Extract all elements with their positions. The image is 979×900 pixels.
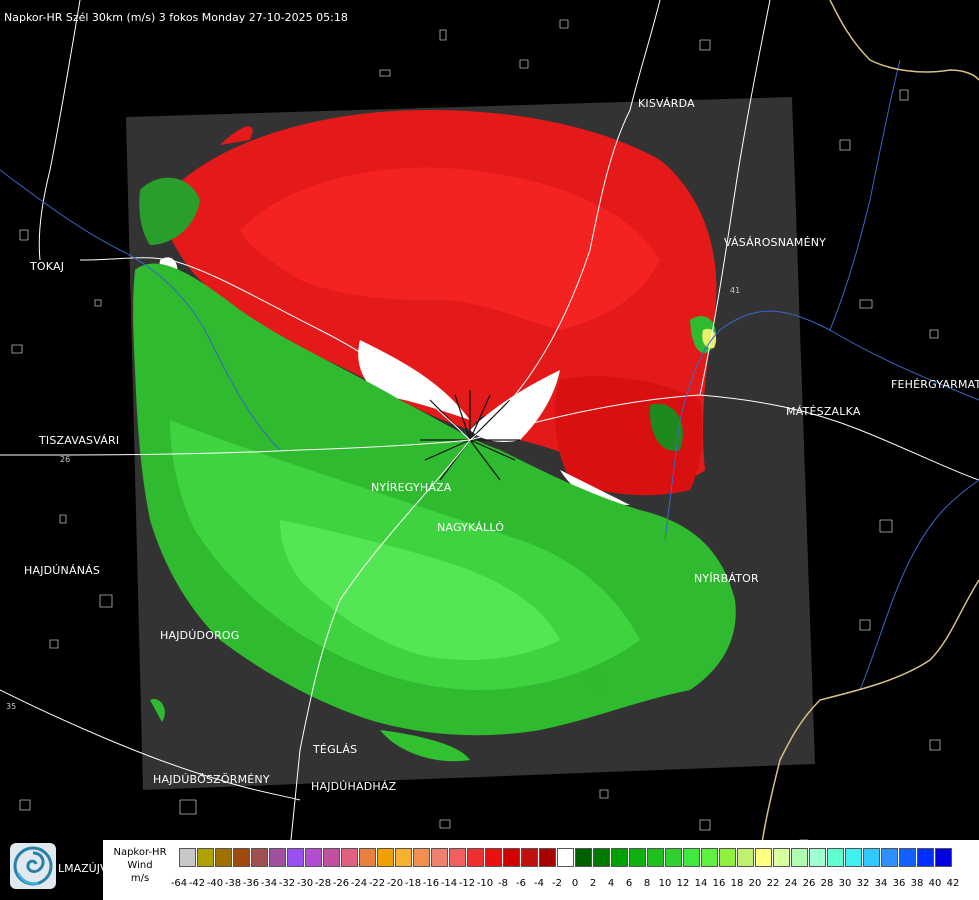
- legend-label: Napkor-HR Wind m/s: [107, 846, 173, 885]
- legend-swatch: [899, 848, 916, 867]
- legend-swatch: [665, 848, 682, 867]
- legend-swatch: [197, 848, 214, 867]
- legend-swatch: [611, 848, 628, 867]
- city-label: VÁSÁROSNAMÉNY: [724, 236, 827, 249]
- legend-swatch: [917, 848, 934, 867]
- road-number: 35: [6, 702, 17, 711]
- legend-swatch: [287, 848, 304, 867]
- legend-swatch: [521, 848, 538, 867]
- legend-source: Napkor-HR: [113, 847, 167, 858]
- legend-swatch: [647, 848, 664, 867]
- city-label: NYÍRBÁTOR: [694, 572, 759, 585]
- legend-swatch: [557, 848, 574, 867]
- legend-swatch: [773, 848, 790, 867]
- legend-swatch: [629, 848, 646, 867]
- legend-tick-label: 42: [946, 878, 960, 889]
- legend-swatch: [503, 848, 520, 867]
- legend-swatch: [593, 848, 610, 867]
- legend-swatch: [269, 848, 286, 867]
- legend-swatch: [881, 848, 898, 867]
- city-label: HAJDÚDOROG: [160, 629, 240, 642]
- legend-swatch: [863, 848, 880, 867]
- legend-swatch: [215, 848, 232, 867]
- legend-swatch: [827, 848, 844, 867]
- city-label: KISVÁRDA: [638, 97, 695, 110]
- road-number: 26: [60, 455, 71, 464]
- legend-swatch: [233, 848, 250, 867]
- legend-swatch: [359, 848, 376, 867]
- legend-swatch: [809, 848, 826, 867]
- legend-swatch: [449, 848, 466, 867]
- legend-unit: m/s: [130, 873, 150, 884]
- city-label: MÁTÉSZALKA: [786, 405, 861, 418]
- city-label: NYÍREGYHÁZA: [371, 481, 452, 494]
- legend-swatch: [539, 848, 556, 867]
- city-label: TOKAJ: [30, 260, 65, 273]
- city-label: HAJDÚHADHÁZ: [311, 780, 397, 793]
- legend-swatch: [431, 848, 448, 867]
- legend-swatch: [305, 848, 322, 867]
- city-label: NAGYKÁLLÓ: [437, 521, 505, 534]
- legend-swatch: [575, 848, 592, 867]
- legend-swatch: [755, 848, 772, 867]
- legend-swatch: [341, 848, 358, 867]
- legend-variable: Wind: [127, 860, 153, 871]
- city-label: HAJDÚNÁNÁS: [24, 564, 101, 577]
- legend-swatch: [683, 848, 700, 867]
- city-label: TISZAVASVÁRI: [39, 434, 120, 447]
- city-label: HAJDÚBÖSZÖRMÉNY: [153, 773, 270, 786]
- legend-swatch: [323, 848, 340, 867]
- legend-swatch: [467, 848, 484, 867]
- legend-swatch: [719, 848, 736, 867]
- legend-swatch: [845, 848, 862, 867]
- road-number: 41: [730, 286, 741, 295]
- city-label: FEHÉRGYARMAT: [891, 378, 979, 391]
- legend-swatch: [701, 848, 718, 867]
- legend-swatch: [413, 848, 430, 867]
- legend-swatch: [935, 848, 952, 867]
- legend-swatches: [179, 848, 953, 868]
- legend-swatch: [251, 848, 268, 867]
- swirl-logo-icon: [13, 846, 53, 886]
- legend-swatch: [377, 848, 394, 867]
- logo: [10, 843, 56, 889]
- legend-swatch: [737, 848, 754, 867]
- map-title: Napkor-HR Szél 30km (m/s) 3 fokos Monday…: [4, 11, 348, 24]
- legend-swatch: [395, 848, 412, 867]
- legend-swatch: [485, 848, 502, 867]
- legend-swatch: [791, 848, 808, 867]
- wind-legend: Napkor-HR Wind m/s -64 -42 -40 -38 -36 -34 -32…: [103, 840, 979, 900]
- city-label: TÉGLÁS: [313, 743, 358, 756]
- radar-map: [0, 0, 979, 900]
- legend-swatch: [179, 848, 196, 867]
